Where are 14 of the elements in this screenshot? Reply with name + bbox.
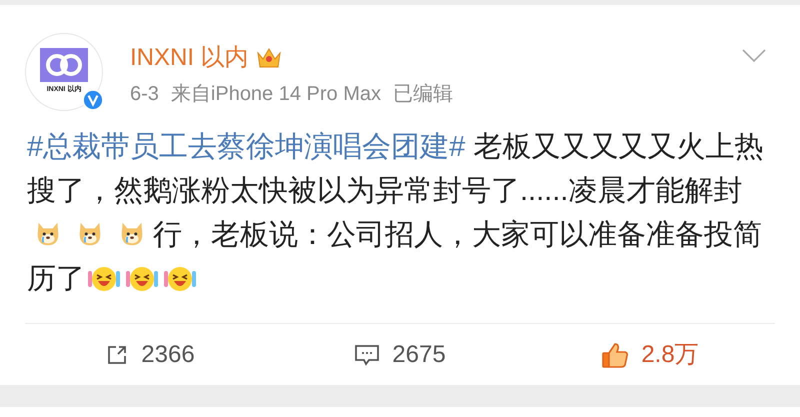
hashtag-link[interactable]: #总裁带员工去蔡徐坤演唱会团建# (27, 131, 466, 163)
repost-button[interactable]: 2366 (25, 336, 275, 372)
post-text: #总裁带员工去蔡徐坤演唱会团建# 老板又又又又又火上热搜了，然鹅涨粉太快被以为异常封号了......凌晨才能解封 行，老板说：公司招人，大家可以准备准备投简历了 (27, 130, 764, 297)
comment-icon (354, 342, 380, 366)
action-count: 2675 (392, 340, 446, 370)
action-count: 2366 (141, 340, 195, 370)
comment-button[interactable]: 2675 (275, 336, 525, 372)
like-button[interactable]: 2.8万 (525, 336, 775, 372)
post-date: 6-3 (130, 82, 159, 107)
chevron-down-icon[interactable] (742, 49, 766, 63)
post-source: 来自iPhone 14 Pro Max (170, 82, 382, 107)
edited-label: 已编辑 (393, 82, 454, 107)
action-count: 2.8万 (641, 340, 699, 370)
logo-icon (40, 48, 88, 82)
